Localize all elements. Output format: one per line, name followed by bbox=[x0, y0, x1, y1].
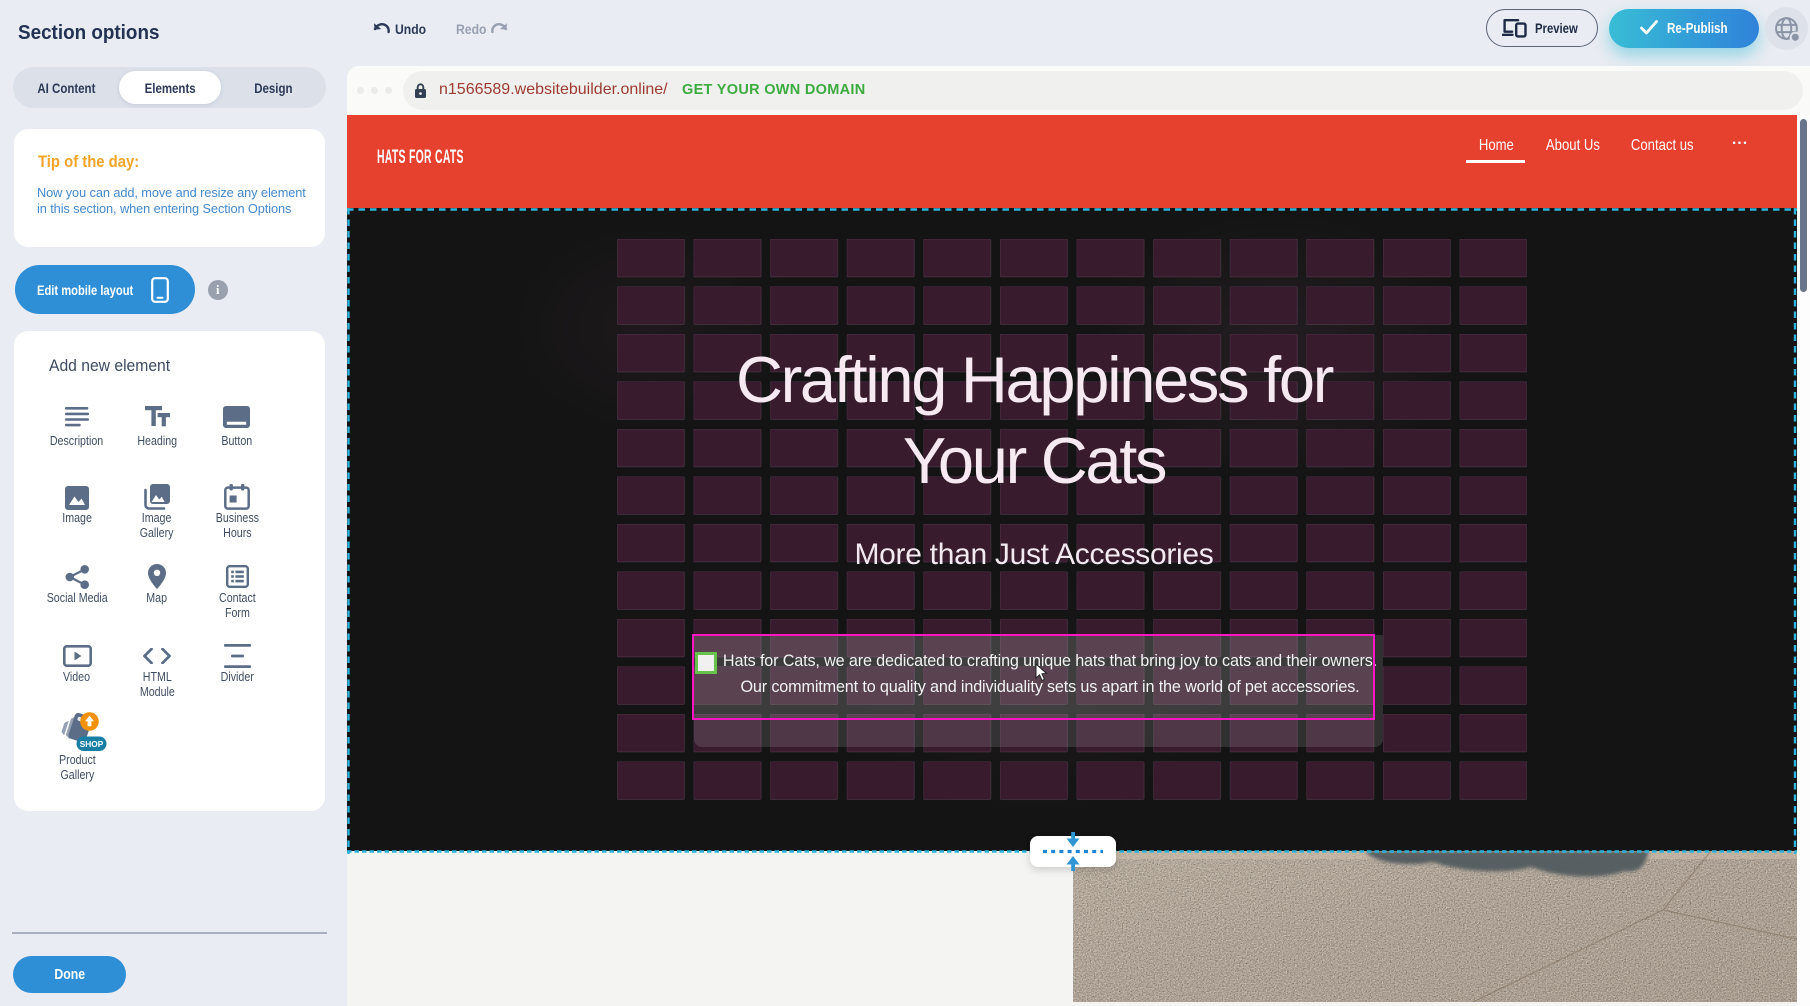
svg-text:SHOP: SHOP bbox=[80, 739, 104, 749]
